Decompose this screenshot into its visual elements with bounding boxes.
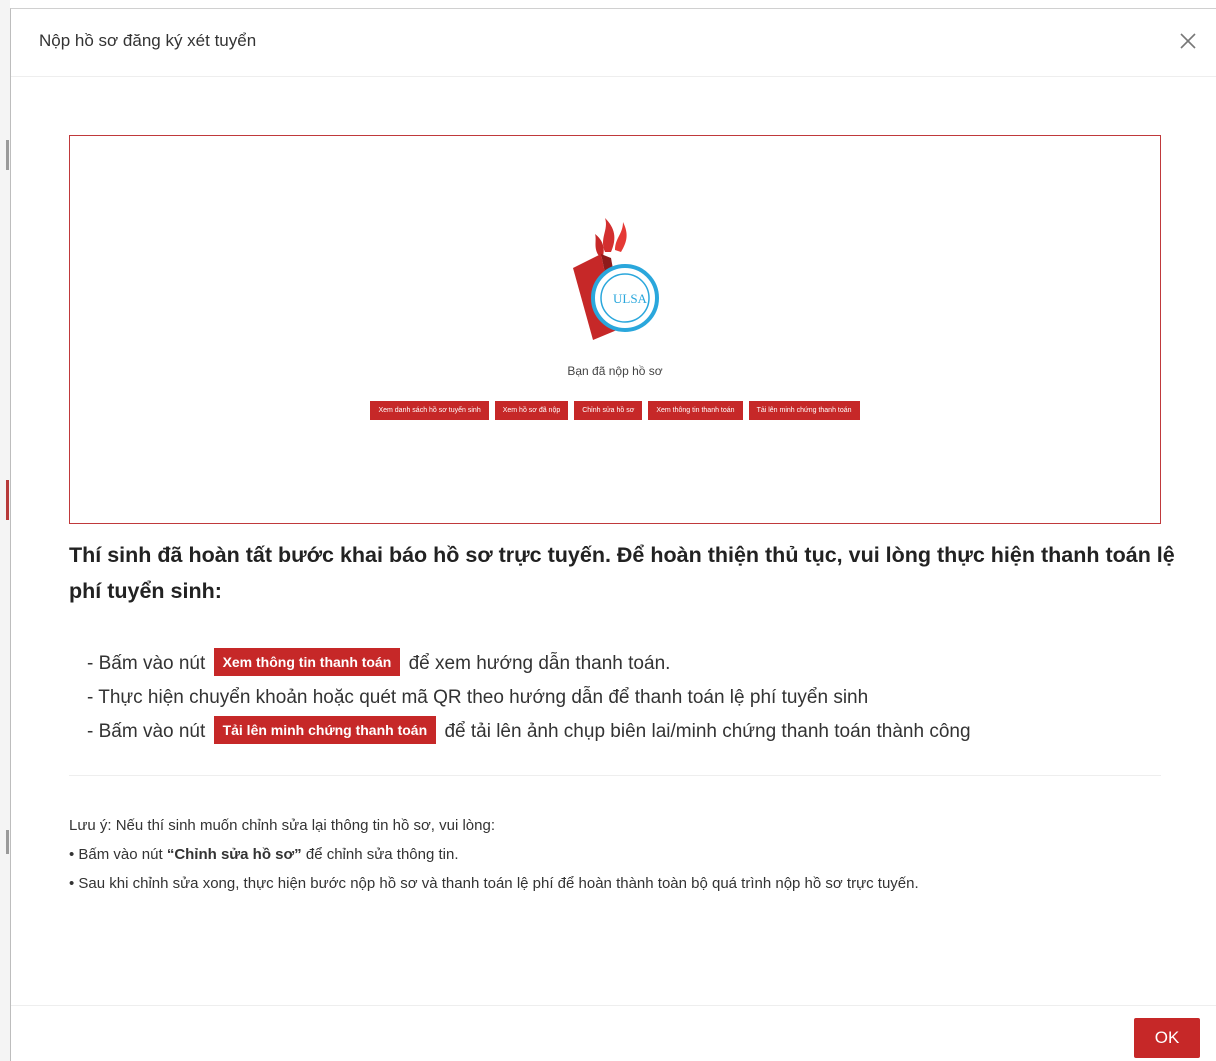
ok-button[interactable]: OK	[1134, 1018, 1200, 1058]
close-icon	[1180, 33, 1196, 49]
divider	[69, 775, 1161, 776]
completion-heading: Thí sinh đã hoàn tất bước khai báo hồ sơ…	[69, 543, 1175, 603]
preview-edit-button: Chỉnh sửa hồ sơ	[574, 401, 643, 420]
background-mark	[6, 140, 9, 170]
background-mark	[6, 480, 9, 520]
upload-proof-button-label: Tải lên minh chứng thanh toán	[213, 716, 437, 744]
note-item-1: • Bấm vào nút “Chỉnh sửa hồ sơ” để chỉnh…	[69, 846, 459, 863]
preview-view-list-button: Xem danh sách hồ sơ tuyển sinh	[370, 401, 489, 420]
payment-instructions: - Bấm vào nút Xem thông tin thanh toán đ…	[87, 647, 971, 749]
ulsa-logo: ULSA	[573, 218, 659, 340]
background-page-edge	[0, 0, 10, 1061]
dialog-header: Nộp hồ sơ đăng ký xét tuyển	[11, 9, 1216, 77]
submission-preview-image: ULSA Bạn đã nộp hồ sơ Xem danh sách hồ s…	[69, 135, 1161, 524]
close-button[interactable]	[1176, 29, 1200, 53]
payment-info-button-label: Xem thông tin thanh toán	[213, 648, 401, 676]
svg-text:ULSA: ULSA	[613, 291, 648, 306]
preview-payment-info-button: Xem thông tin thanh toán	[648, 401, 743, 420]
preview-upload-proof-button: Tải lên minh chứng thanh toán	[748, 401, 860, 420]
submitted-status-text: Bạn đã nộp hồ sơ	[567, 364, 663, 378]
edit-note: Lưu ý: Nếu thí sinh muốn chỉnh sửa lại t…	[69, 811, 1129, 898]
instruction-line-1: - Bấm vào nút Xem thông tin thanh toán đ…	[87, 647, 971, 681]
background-mark	[6, 830, 9, 854]
instruction-line-2: - Thực hiện chuyển khoản hoặc quét mã QR…	[87, 687, 869, 708]
preview-action-buttons: Xem danh sách hồ sơ tuyển sinh Xem hồ sơ…	[70, 401, 1160, 420]
preview-view-submitted-button: Xem hồ sơ đã nộp	[494, 401, 569, 420]
submit-application-dialog: Nộp hồ sơ đăng ký xét tuyển ULSA Bạn đã …	[10, 8, 1216, 1061]
note-intro: Lưu ý: Nếu thí sinh muốn chỉnh sửa lại t…	[69, 817, 495, 834]
footer-divider	[11, 1005, 1216, 1006]
instruction-line-3: - Bấm vào nút Tải lên minh chứng thanh t…	[87, 715, 971, 749]
dialog-title: Nộp hồ sơ đăng ký xét tuyển	[39, 31, 257, 50]
note-item-2: • Sau khi chỉnh sửa xong, thực hiện bước…	[69, 875, 919, 892]
